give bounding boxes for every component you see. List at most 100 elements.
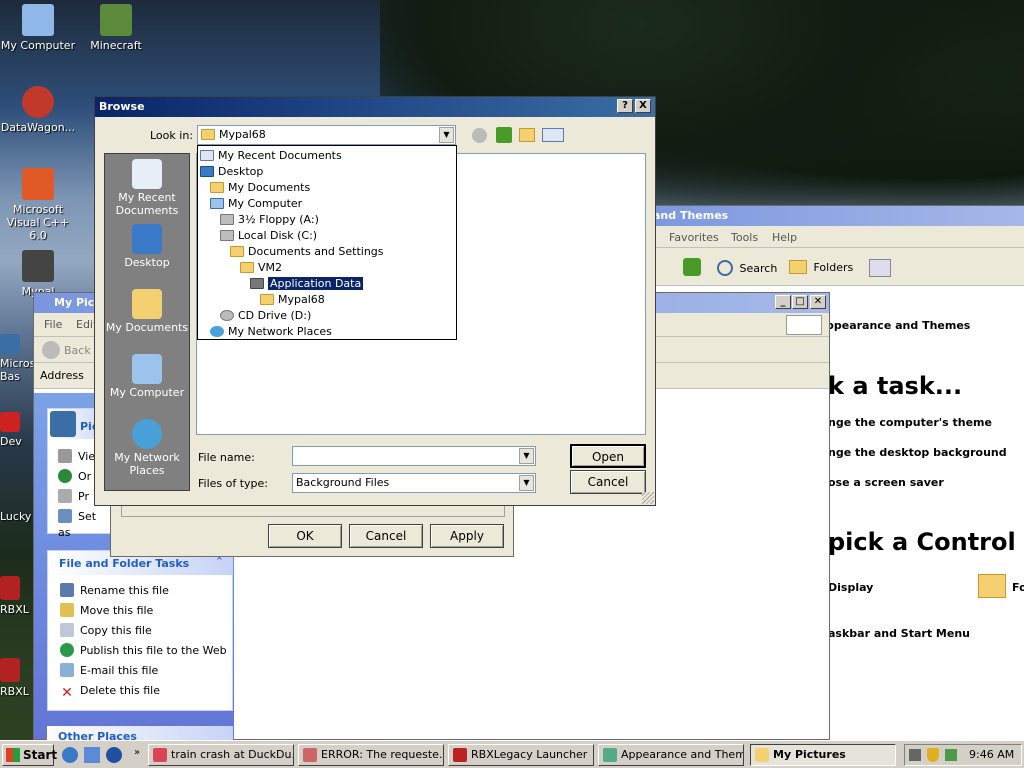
dropdown-item-my-documents[interactable]: My Documents: [210, 180, 310, 196]
system-tray: 9:46 AM: [904, 744, 1022, 766]
menu-tools[interactable]: Tools: [731, 231, 758, 244]
chevron-down-icon[interactable]: ▼: [519, 448, 534, 464]
folders-button[interactable]: Folders: [789, 260, 853, 274]
up-folder-icon[interactable]: [496, 127, 512, 143]
taskbar-item-my-pictures[interactable]: My Pictures: [750, 744, 896, 766]
desktop-icon-my-computer[interactable]: My Computer: [0, 4, 76, 52]
pic-task-set-as[interactable]: Set as: [58, 509, 112, 539]
up-folder-icon[interactable]: [683, 258, 701, 276]
help-button[interactable]: ?: [617, 99, 633, 113]
back-button[interactable]: Back: [42, 341, 91, 359]
tray-shield-icon[interactable]: [927, 748, 939, 762]
place-desktop[interactable]: Desktop: [104, 224, 190, 269]
tray-clock[interactable]: 9:46 AM: [969, 748, 1014, 761]
place-network[interactable]: My Network Places: [104, 419, 190, 477]
taskbar-item-rbxlegacy[interactable]: RBXLegacy Launcher: [448, 744, 594, 766]
email-icon: [60, 663, 74, 677]
dropdown-item-vm2[interactable]: VM2: [240, 260, 282, 276]
desktop-icon-visual-basic[interactable]: Micros Bas: [0, 334, 34, 383]
place-my-documents[interactable]: My Documents: [104, 289, 190, 334]
item-label: VM2: [258, 261, 283, 274]
task-copy[interactable]: Copy this file: [60, 623, 152, 639]
menu-help[interactable]: Help: [772, 231, 797, 244]
task-change-theme[interactable]: nge the computer's theme: [828, 416, 992, 429]
ok-button[interactable]: OK: [268, 524, 342, 548]
apply-button[interactable]: Apply: [430, 524, 504, 548]
dropdown-item-documents-settings[interactable]: Documents and Settings: [230, 244, 384, 260]
pic-task-print[interactable]: Pr: [58, 489, 89, 505]
search-button[interactable]: Search: [717, 260, 777, 276]
task-change-background[interactable]: nge the desktop background: [828, 446, 1007, 459]
view-menu-icon[interactable]: [542, 128, 564, 142]
cp-icon-taskbar[interactable]: askbar and Start Menu: [828, 627, 970, 640]
open-button[interactable]: Open: [570, 444, 646, 468]
chevron-down-icon[interactable]: ▼: [439, 127, 454, 143]
quicklaunch-ie-icon[interactable]: [62, 747, 78, 763]
close-button[interactable]: ✕: [810, 295, 826, 309]
file-name-input[interactable]: ▼: [292, 446, 536, 466]
pic-task-order[interactable]: Or: [58, 469, 91, 485]
pic-task-view[interactable]: Vie: [58, 449, 95, 465]
browser-icon: [153, 748, 167, 762]
desktop-icon-datawagon[interactable]: DataWagon...: [0, 86, 76, 134]
task-publish[interactable]: Publish this file to the Web: [60, 643, 227, 659]
item-label: CD Drive (D:): [238, 309, 312, 322]
cp-icon-display[interactable]: Display: [828, 581, 873, 594]
look-in-select[interactable]: Mypal68 ▼: [197, 125, 456, 145]
dropdown-item-desktop[interactable]: Desktop: [200, 164, 263, 180]
other-places-title[interactable]: Other Places: [58, 730, 137, 740]
place-my-computer[interactable]: My Computer: [104, 354, 190, 399]
taskbar-item-appearance[interactable]: Appearance and Themes: [598, 744, 744, 766]
task-label: Publish this file to the Web: [80, 644, 227, 657]
place-label: My Computer: [109, 386, 185, 399]
place-recent-documents[interactable]: My Recent Documents: [104, 159, 190, 217]
files-of-type-select[interactable]: Background Files ▼: [292, 473, 536, 493]
quicklaunch-explorer-icon[interactable]: [84, 747, 100, 763]
dropdown-item-network[interactable]: My Network Places: [210, 324, 332, 340]
back-icon[interactable]: [472, 128, 487, 143]
quicklaunch-chevron-icon[interactable]: »: [134, 747, 140, 758]
new-folder-icon[interactable]: [519, 128, 535, 142]
menu-file[interactable]: File: [44, 318, 62, 331]
task-rename[interactable]: Rename this file: [60, 583, 169, 599]
dropdown-item-application-data[interactable]: Application Data: [250, 276, 365, 292]
task-move[interactable]: Move this file: [60, 603, 153, 619]
close-button[interactable]: X: [635, 99, 651, 113]
desktop-icon-rbxl[interactable]: RBXL: [0, 576, 34, 616]
menu-favorites[interactable]: Favorites: [669, 231, 719, 244]
desktop-icon-label: Dev: [0, 435, 22, 448]
dropdown-item-floppy[interactable]: 3½ Floppy (A:): [220, 212, 319, 228]
start-button[interactable]: Start: [2, 744, 57, 766]
desktop-icon-visual-cpp[interactable]: Microsoft Visual C++ 6.0: [0, 168, 76, 242]
look-in-dropdown[interactable]: My Recent Documents Desktop My Documents…: [197, 145, 457, 340]
taskbar-item-error[interactable]: ERROR: The requeste...: [298, 744, 444, 766]
tray-volume-icon[interactable]: [945, 749, 957, 761]
desktop-icon-dev[interactable]: Dev: [0, 412, 34, 448]
cp-icon-folder-options[interactable]: Fo: [1012, 581, 1024, 594]
views-icon[interactable]: [869, 259, 891, 277]
minimize-button[interactable]: _: [775, 295, 791, 309]
dropdown-item-my-computer[interactable]: My Computer: [210, 196, 302, 212]
desktop-icon-lucky[interactable]: Lucky: [0, 510, 34, 523]
resize-grip-icon[interactable]: [642, 492, 654, 504]
quicklaunch-media-icon[interactable]: [106, 747, 122, 763]
task-screen-saver[interactable]: ose a screen saver: [828, 476, 944, 489]
desktop-icon-rbxl-2[interactable]: RBXL: [0, 658, 34, 698]
browse-titlebar[interactable]: Browse ? X: [95, 97, 655, 117]
dropdown-item-recent[interactable]: My Recent Documents: [200, 148, 342, 164]
cancel-button[interactable]: Cancel: [349, 524, 423, 548]
chevron-down-icon[interactable]: ▼: [519, 475, 534, 491]
maximize-button[interactable]: □: [792, 295, 808, 309]
dropdown-item-local-disk[interactable]: Local Disk (C:): [220, 228, 317, 244]
desktop-icon-mypal[interactable]: Mypal: [0, 250, 76, 298]
dropdown-item-mypal68[interactable]: Mypal68: [260, 292, 325, 308]
tray-keyboard-icon[interactable]: [909, 749, 921, 761]
task-delete[interactable]: ✕ Delete this file: [60, 683, 160, 700]
control-panel-titlebar[interactable]: and Themes: [631, 206, 1024, 226]
desktop-icon-minecraft[interactable]: Minecraft: [78, 4, 154, 52]
taskbar-item-browser[interactable]: train crash at DuckDu...: [148, 744, 294, 766]
dropdown-item-cd-drive[interactable]: CD Drive (D:): [220, 308, 311, 324]
task-email[interactable]: E-mail this file: [60, 663, 158, 679]
browse-cancel-button[interactable]: Cancel: [570, 470, 646, 494]
folder-options-icon[interactable]: [978, 574, 1006, 598]
